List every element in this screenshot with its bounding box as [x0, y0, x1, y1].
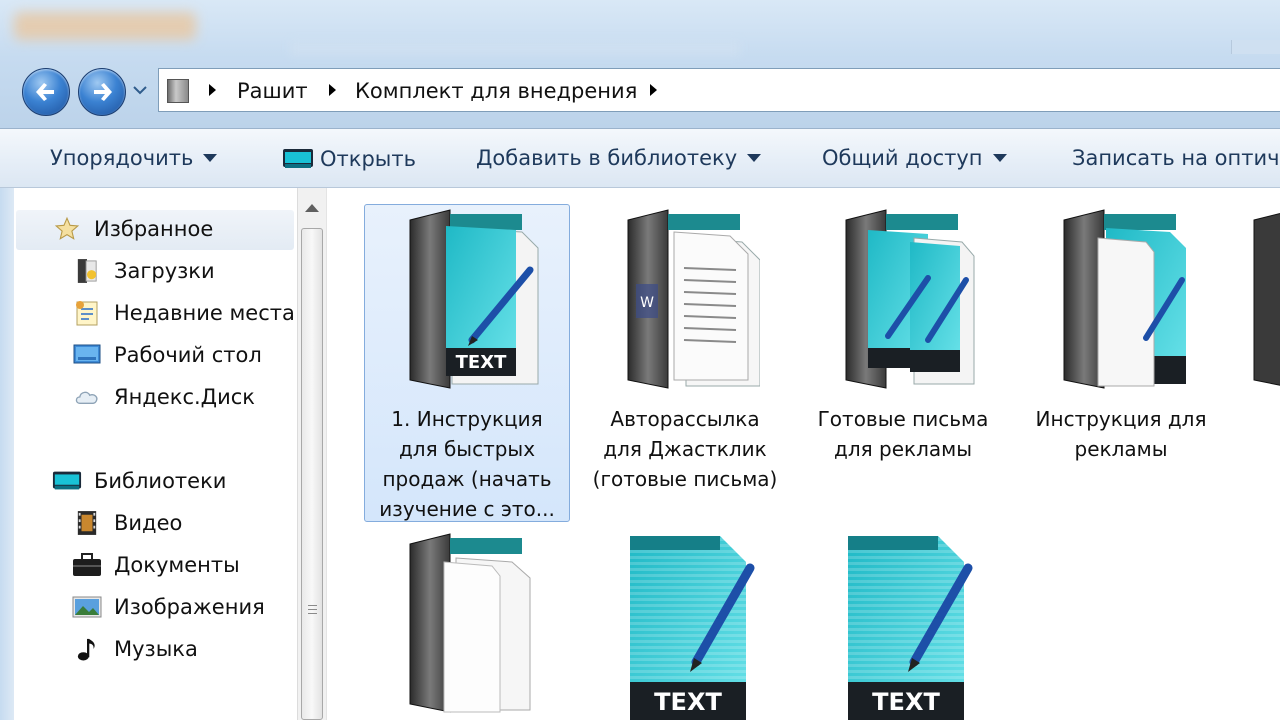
add-to-library-button[interactable]: Добавить в библиотеку — [476, 146, 762, 170]
word-badge: W — [640, 295, 654, 311]
nav-yadisk-label: Яндекс.Диск — [114, 385, 255, 409]
open-button[interactable]: Открыть — [282, 146, 416, 172]
nav-downloads-label: Загрузки — [114, 259, 215, 283]
share-button[interactable]: Общий доступ — [822, 146, 1007, 170]
file-item-instruction-fast-sales[interactable]: TEXT 1. Инструкция для быстрых продаж (н… — [364, 204, 570, 524]
navigation-pane: Избранное Загрузки Недавние места Рабочи… — [14, 188, 297, 720]
nav-desktop-label: Рабочий стол — [114, 343, 262, 367]
chevron-down-icon — [203, 154, 218, 162]
nav-documents-label: Документы — [114, 553, 240, 577]
downloads-folder-icon — [72, 256, 102, 286]
file-list-area: TEXT 1. Инструкция для быстрых продаж (н… — [328, 188, 1280, 720]
text-folder-icon: TEXT — [409, 209, 539, 389]
open-folder-icon — [283, 149, 313, 168]
breadcrumb-separator-icon[interactable] — [650, 84, 657, 96]
organize-button[interactable]: Упорядочить — [50, 146, 218, 170]
breadcrumb-separator-icon[interactable] — [209, 84, 216, 96]
scroll-up-arrow-icon[interactable] — [305, 204, 319, 212]
nav-video[interactable]: Видео — [72, 508, 182, 538]
scrollbar-thumb[interactable] — [301, 228, 323, 720]
nav-recent-places[interactable]: Недавние места — [72, 298, 295, 328]
music-note-icon — [72, 634, 102, 664]
nav-images-label: Изображения — [114, 595, 265, 619]
forward-button[interactable] — [78, 68, 126, 116]
command-bar: Упорядочить Открыть Добавить в библиотек… — [0, 128, 1280, 188]
navigation-scrollbar[interactable] — [297, 188, 327, 720]
file-name-label: Инструкция для рекламы — [1035, 407, 1207, 461]
chevron-down-icon — [747, 154, 762, 162]
file-item-autoresponder-justclick[interactable]: W Авторассылка для Джастклик (готовые пи… — [582, 204, 788, 494]
nav-music-label: Музыка — [114, 637, 198, 661]
open-label: Открыть — [320, 147, 416, 171]
nav-favorites[interactable]: Избранное — [52, 214, 213, 244]
breadcrumb-item-kit[interactable]: Комплект для внедрения — [355, 79, 637, 103]
organize-label: Упорядочить — [50, 146, 194, 170]
drive-icon — [167, 79, 189, 103]
window-frame-left — [0, 188, 14, 720]
nav-yandex-disk[interactable]: Яндекс.Диск — [72, 382, 255, 412]
breadcrumb-item-rashit[interactable]: Рашит — [237, 79, 308, 103]
nav-downloads[interactable]: Загрузки — [72, 256, 215, 286]
text-file-icon: TEXT — [630, 536, 755, 720]
nav-music[interactable]: Музыка — [72, 634, 198, 664]
nav-video-label: Видео — [114, 511, 183, 535]
file-name-label: Готовые письма для рекламы — [817, 407, 989, 461]
nav-libraries[interactable]: Библиотеки — [52, 466, 226, 496]
briefcase-icon — [72, 550, 102, 580]
maximize-button[interactable] — [1231, 40, 1280, 54]
libraries-icon — [52, 466, 82, 496]
cloud-icon — [72, 382, 102, 412]
add-library-label: Добавить в библиотеку — [476, 146, 738, 170]
folder-icon — [1253, 212, 1280, 386]
file-item-ads-instruction[interactable]: Инструкция для рекламы — [1018, 204, 1224, 464]
video-icon — [72, 508, 102, 538]
chevron-down-icon — [992, 154, 1007, 162]
file-item-empty-folder[interactable] — [364, 532, 570, 720]
breadcrumb-separator-icon[interactable] — [329, 84, 336, 96]
address-bar[interactable]: Рашит Комплект для внедрения — [158, 68, 1280, 112]
recent-places-icon — [72, 298, 102, 328]
nav-libraries-label: Библиотеки — [94, 469, 227, 493]
back-button[interactable] — [22, 68, 70, 116]
file-name-label: 1. Инструкция для быстрых продаж (начать… — [379, 407, 555, 521]
nav-desktop[interactable]: Рабочий стол — [72, 340, 262, 370]
text-badge: TEXT — [456, 352, 507, 373]
share-label: Общий доступ — [822, 146, 983, 170]
text-folder-icon — [845, 209, 975, 389]
back-arrow-icon — [36, 83, 54, 101]
text-folder-icon — [1063, 209, 1186, 389]
file-item-text-file-1[interactable]: TEXT — [582, 532, 788, 720]
text-file-icon: TEXT — [848, 536, 973, 720]
nav-favorites-label: Избранное — [94, 217, 214, 241]
file-name-label: Авторассылка для Джастклик (готовые пись… — [592, 407, 778, 491]
burn-label: Записать на оптич — [1072, 146, 1280, 170]
nav-recent-label: Недавние места — [114, 301, 295, 325]
empty-folder-icon — [409, 533, 531, 713]
file-item-text-file-2[interactable]: TEXT — [800, 532, 1006, 720]
titlebar-blur — [290, 40, 740, 56]
window-title-blurred — [14, 12, 196, 40]
nav-images[interactable]: Изображения — [72, 592, 265, 622]
file-item-ready-letters[interactable]: Готовые письма для рекламы — [800, 204, 1006, 464]
nav-documents[interactable]: Документы — [72, 550, 240, 580]
document-folder-icon: W — [627, 209, 760, 389]
text-badge: TEXT — [872, 688, 940, 716]
forward-arrow-icon — [94, 83, 112, 101]
star-icon — [52, 214, 82, 244]
burn-button[interactable]: Записать на оптич — [1072, 146, 1280, 170]
file-item-partial[interactable] — [1236, 204, 1280, 394]
images-icon — [72, 592, 102, 622]
desktop-icon — [72, 340, 102, 370]
recent-pages-chevron-icon[interactable] — [132, 84, 148, 96]
text-badge: TEXT — [654, 688, 722, 716]
